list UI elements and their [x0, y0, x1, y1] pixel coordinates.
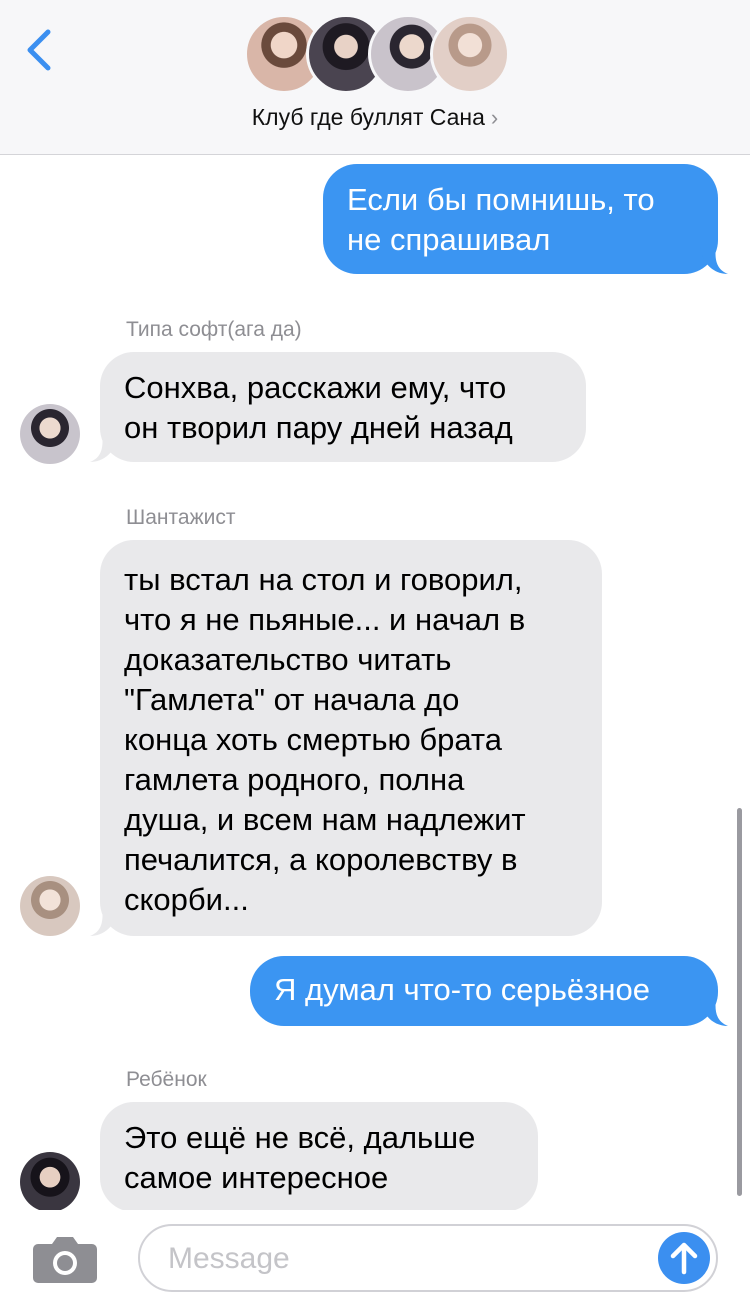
- bubble-tail: [700, 998, 728, 1026]
- back-button[interactable]: [18, 24, 62, 76]
- message-line: гамлета родного, полна: [124, 762, 465, 797]
- message-line: Если бы помнишь, то: [347, 182, 655, 217]
- message-bubble-incoming[interactable]: Это ещё не всё, дальше самое интересное: [100, 1102, 538, 1212]
- sender-name: Типа софт(ага да): [126, 318, 302, 341]
- message-input[interactable]: [166, 1234, 650, 1284]
- arrow-up-icon: [670, 1242, 698, 1275]
- bubble-tail: [700, 246, 728, 274]
- conversation-title-text: Клуб где буллят Сана: [251, 104, 485, 130]
- message-bubble-incoming[interactable]: ты встал на стол и говорил, что я не пья…: [100, 540, 602, 936]
- sender-name: Ребёнок: [126, 1068, 207, 1091]
- message-line: "Гамлета" от начала до: [124, 682, 460, 717]
- chevron-right-icon: ›: [490, 105, 499, 130]
- message-line: душа, и всем нам надлежит: [124, 802, 526, 837]
- message-line: не спрашивал: [347, 222, 551, 257]
- message-line: Сонхва, расскажи ему, что: [124, 370, 507, 405]
- message-line: скорби...: [124, 882, 249, 917]
- avatar: [430, 14, 510, 94]
- avatar[interactable]: [20, 404, 80, 464]
- bubble-tail: [90, 908, 118, 936]
- group-avatars[interactable]: [244, 14, 514, 96]
- message-line: он творил пару дней назад: [124, 410, 513, 445]
- message-line: доказательство читать: [124, 642, 452, 677]
- conversation-title[interactable]: Клуб где буллят Сана ›: [0, 104, 750, 131]
- camera-icon: [33, 1237, 97, 1283]
- message-line: Я думал что-то серьёзное: [274, 972, 650, 1007]
- message-input-container: [138, 1224, 718, 1292]
- bubble-tail: [90, 434, 118, 462]
- chevron-left-icon: [27, 29, 51, 71]
- scroll-indicator[interactable]: [737, 808, 742, 1196]
- message-line: печалится, а королевству в: [124, 842, 518, 877]
- message-line: ты встал на стол и говорил,: [124, 562, 523, 597]
- message-bubble-outgoing[interactable]: Если бы помнишь, то не спрашивал: [323, 164, 718, 274]
- message-line: самое интересное: [124, 1160, 389, 1195]
- camera-button[interactable]: [32, 1234, 98, 1284]
- message-bubble-outgoing[interactable]: Я думал что-то серьёзное: [250, 956, 718, 1026]
- conversation-header: Клуб где буллят Сана ›: [0, 0, 750, 155]
- message-bubble-incoming[interactable]: Сонхва, расскажи ему, что он творил пару…: [100, 352, 586, 462]
- message-line: Это ещё не всё, дальше: [124, 1120, 476, 1155]
- message-line: что я не пьяные... и начал в: [124, 602, 526, 637]
- avatar[interactable]: [20, 876, 80, 936]
- message-line: конца хоть смертью брата: [124, 722, 503, 757]
- send-button[interactable]: [658, 1232, 710, 1284]
- sender-name: Шантажист: [126, 506, 236, 529]
- message-composer: [0, 1210, 750, 1302]
- avatar[interactable]: [20, 1152, 80, 1212]
